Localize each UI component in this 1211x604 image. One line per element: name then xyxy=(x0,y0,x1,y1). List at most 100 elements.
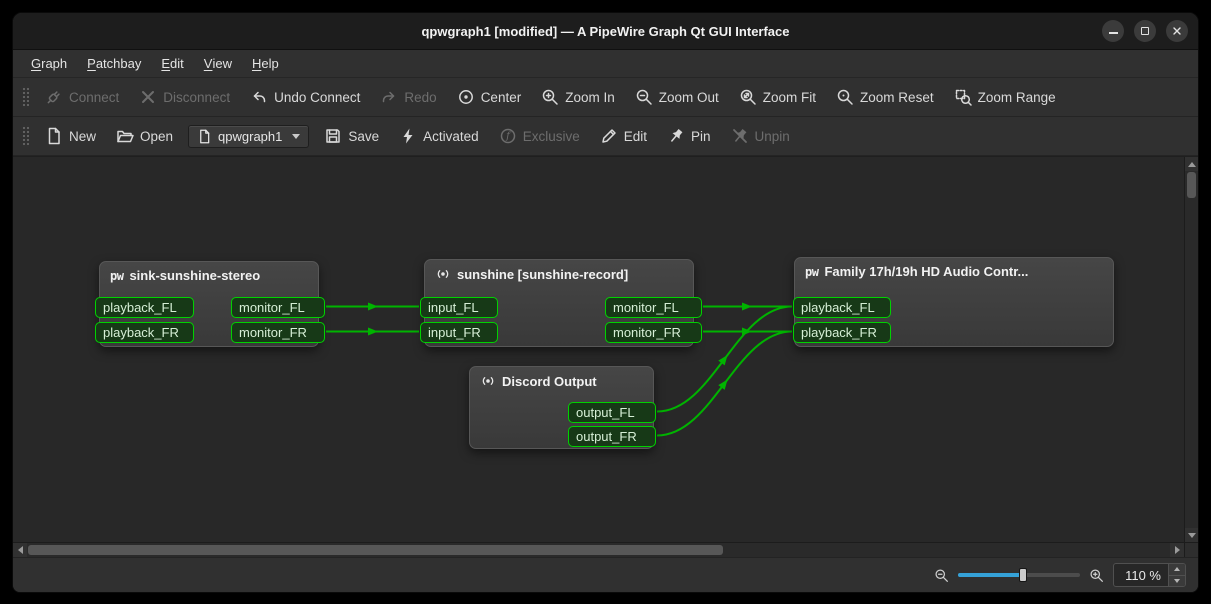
zoom-spin-down-button[interactable] xyxy=(1169,575,1185,587)
window-title: qpwgraph1 [modified] — A PipeWire Graph … xyxy=(421,24,789,39)
exclusive-toggle[interactable]: f Exclusive xyxy=(490,122,589,150)
zoom-in-button[interactable]: Zoom In xyxy=(532,83,624,111)
zoom-spin-up-button[interactable] xyxy=(1169,564,1185,575)
unpin-label: Unpin xyxy=(755,129,790,144)
app-window: qpwgraph1 [modified] — A PipeWire Graph … xyxy=(12,12,1199,593)
port-input-fl[interactable]: input_FL xyxy=(420,297,498,318)
center-button[interactable]: Center xyxy=(448,83,531,111)
scroll-left-button[interactable] xyxy=(13,543,27,557)
menu-patchbay[interactable]: Patchbay xyxy=(77,50,151,77)
zoom-value[interactable]: 110 % xyxy=(1114,564,1168,586)
scroll-up-button[interactable] xyxy=(1185,157,1198,171)
port-monitor-fl[interactable]: monitor_FL xyxy=(231,297,325,318)
horizontal-scrollbar-thumb[interactable] xyxy=(28,545,723,555)
zoom-out-button[interactable]: Zoom Out xyxy=(626,83,728,111)
spinbox-arrows xyxy=(1168,564,1185,586)
close-button[interactable] xyxy=(1166,20,1188,42)
disconnect-button[interactable]: Disconnect xyxy=(130,83,239,111)
zoom-slider-handle[interactable] xyxy=(1019,568,1027,582)
arrow-down-icon xyxy=(1174,579,1180,583)
window-controls xyxy=(1102,13,1188,49)
connection-wires-layer xyxy=(13,157,1184,542)
maximize-button[interactable] xyxy=(1134,20,1156,42)
zoom-reset-button[interactable]: Zoom Reset xyxy=(827,83,943,111)
horizontal-scrollbar[interactable] xyxy=(13,543,1184,557)
unpin-button[interactable]: Unpin xyxy=(722,122,799,150)
connect-button[interactable]: Connect xyxy=(36,83,128,111)
scroll-right-button[interactable] xyxy=(1170,543,1184,557)
center-label: Center xyxy=(481,90,522,105)
zoom-spinbox[interactable]: 110 % xyxy=(1113,563,1186,587)
port-playback-fr[interactable]: playback_FR xyxy=(793,322,891,343)
menu-graph[interactable]: Graph xyxy=(21,50,77,77)
redo-label: Redo xyxy=(404,90,436,105)
patchbay-session-value: qpwgraph1 xyxy=(218,129,282,144)
node-header: pw Family 17h/19h HD Audio Contr... xyxy=(795,258,1113,283)
edit-toggle[interactable]: Edit xyxy=(591,122,656,150)
chevron-down-icon xyxy=(292,134,300,139)
toolbar-drag-handle[interactable] xyxy=(21,86,29,108)
pin-label: Pin xyxy=(691,129,711,144)
zoom-range-button[interactable]: Zoom Range xyxy=(945,83,1065,111)
save-button[interactable]: Save xyxy=(315,122,388,150)
port-input-fr[interactable]: input_FR xyxy=(420,322,498,343)
activated-toggle[interactable]: Activated xyxy=(390,122,488,150)
port-monitor-fr[interactable]: monitor_FR xyxy=(231,322,325,343)
node-title: sink-sunshine-stereo xyxy=(129,268,260,283)
port-playback-fl[interactable]: playback_FL xyxy=(95,297,194,318)
node-title: Discord Output xyxy=(502,374,597,389)
redo-button[interactable]: Redo xyxy=(371,83,445,111)
minimize-button[interactable] xyxy=(1102,20,1124,42)
patchbay-session-combo[interactable]: qpwgraph1 xyxy=(188,125,309,148)
pin-icon xyxy=(667,127,685,145)
port-monitor-fr[interactable]: monitor_FR xyxy=(605,322,702,343)
scroll-down-button[interactable] xyxy=(1185,528,1198,542)
port-playback-fr[interactable]: playback_FR xyxy=(95,322,194,343)
menu-help[interactable]: Help xyxy=(242,50,289,77)
speaker-icon xyxy=(435,266,451,282)
titlebar[interactable]: qpwgraph1 [modified] — A PipeWire Graph … xyxy=(13,13,1198,50)
zoom-out-small-icon[interactable] xyxy=(934,568,949,583)
graph-canvas[interactable]: pw sink-sunshine-stereo playback_FL play… xyxy=(13,157,1184,542)
undo-connect-button[interactable]: Undo Connect xyxy=(241,83,369,111)
svg-text:f: f xyxy=(505,131,512,142)
menubar: Graph Patchbay Edit View Help xyxy=(13,50,1198,78)
menu-view[interactable]: View xyxy=(194,50,242,77)
node-discord-output[interactable]: Discord Output output_FL output_FR xyxy=(469,366,654,449)
exclusive-icon: f xyxy=(499,127,517,145)
zoom-slider[interactable] xyxy=(958,566,1080,584)
node-header: sunshine [sunshine-record] xyxy=(425,260,693,286)
scrollbar-corner xyxy=(1184,543,1198,557)
zoom-fit-button[interactable]: Zoom Fit xyxy=(730,83,825,111)
node-header: Discord Output xyxy=(470,367,653,393)
disconnect-icon xyxy=(139,88,157,106)
pipewire-icon: pw xyxy=(110,269,123,283)
node-family-hd-audio[interactable]: pw Family 17h/19h HD Audio Contr... play… xyxy=(794,257,1114,347)
zoom-in-icon xyxy=(541,88,559,106)
arrow-up-icon xyxy=(1174,567,1180,571)
node-sunshine[interactable]: sunshine [sunshine-record] input_FL inpu… xyxy=(424,259,694,347)
patchbay-file-icon xyxy=(197,129,212,144)
node-sink-sunshine-stereo[interactable]: pw sink-sunshine-stereo playback_FL play… xyxy=(99,261,319,347)
statusbar: 110 % xyxy=(13,557,1198,592)
center-icon xyxy=(457,88,475,106)
pipewire-icon: pw xyxy=(805,265,818,279)
port-playback-fl[interactable]: playback_FL xyxy=(793,297,891,318)
vertical-scrollbar[interactable] xyxy=(1184,157,1198,542)
pin-button[interactable]: Pin xyxy=(658,122,720,150)
port-output-fr[interactable]: output_FR xyxy=(568,426,656,447)
menu-edit[interactable]: Edit xyxy=(151,50,193,77)
new-button[interactable]: New xyxy=(36,122,105,150)
port-output-fl[interactable]: output_FL xyxy=(568,402,656,423)
port-monitor-fl[interactable]: monitor_FL xyxy=(605,297,702,318)
vertical-scrollbar-thumb[interactable] xyxy=(1187,172,1196,198)
zoom-reset-icon xyxy=(836,88,854,106)
toolbar-drag-handle[interactable] xyxy=(21,125,29,147)
arrow-right-icon xyxy=(1175,546,1180,554)
disconnect-label: Disconnect xyxy=(163,90,230,105)
desktop-background: qpwgraph1 [modified] — A PipeWire Graph … xyxy=(0,0,1211,604)
connect-icon xyxy=(45,88,63,106)
open-button[interactable]: Open xyxy=(107,122,182,150)
save-label: Save xyxy=(348,129,379,144)
zoom-in-small-icon[interactable] xyxy=(1089,568,1104,583)
